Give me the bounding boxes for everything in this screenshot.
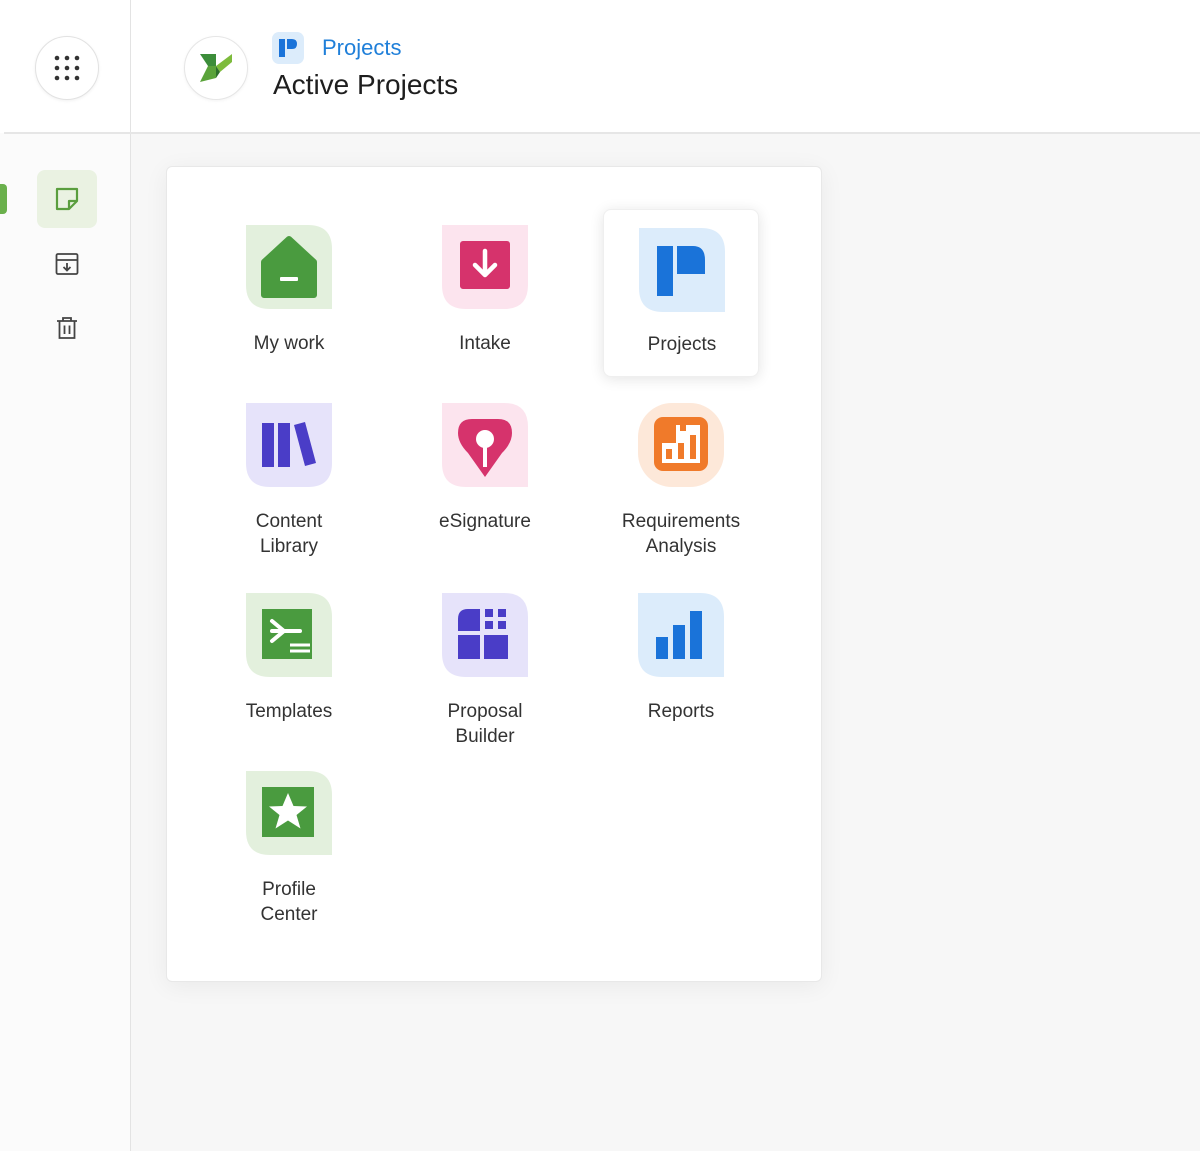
library-books-icon xyxy=(246,403,332,487)
proposal-grid-icon xyxy=(442,593,528,677)
app-tile-requirements-analysis[interactable]: Requirements Analysis xyxy=(603,389,759,557)
signature-pin-icon xyxy=(442,403,528,487)
app-tile-content-library[interactable]: Content Library xyxy=(211,389,367,557)
app-tile-projects[interactable]: Projects xyxy=(603,209,759,377)
app-label: Requirements Analysis xyxy=(621,511,741,557)
inbox-download-icon xyxy=(442,225,528,309)
home-icon xyxy=(246,225,332,309)
projects-breadcrumb-icon xyxy=(272,32,304,64)
analysis-chart-icon xyxy=(638,403,724,487)
trash-icon xyxy=(57,317,77,339)
app-tile-proposal-builder[interactable]: Proposal Builder xyxy=(407,579,563,747)
projects-logo-icon xyxy=(639,228,725,312)
bar-chart-icon xyxy=(638,593,724,677)
app-label: My work xyxy=(253,333,325,354)
sidebar-item-trash[interactable] xyxy=(37,299,97,357)
active-nav-indicator xyxy=(0,184,7,214)
app-launcher-button[interactable] xyxy=(35,36,99,100)
app-label: eSignature xyxy=(439,511,531,532)
note-icon xyxy=(55,187,79,211)
app-label: Templates xyxy=(245,701,333,722)
app-launcher-panel: My work Intake Projects Content Library … xyxy=(166,166,822,982)
app-tile-templates[interactable]: Templates xyxy=(211,579,367,747)
app-label: Reports xyxy=(647,701,715,722)
app-label: Content Library xyxy=(255,511,323,557)
app-label: Intake xyxy=(459,333,511,354)
sidebar-item-archive[interactable] xyxy=(37,235,97,293)
brand-logo[interactable] xyxy=(184,36,248,100)
header-divider xyxy=(4,132,1200,134)
sidebar-item-notes[interactable] xyxy=(37,170,97,228)
app-tile-reports[interactable]: Reports xyxy=(603,579,759,747)
app-label: Profile Center xyxy=(260,879,318,925)
app-tile-my-work[interactable]: My work xyxy=(211,211,367,379)
app-tile-intake[interactable]: Intake xyxy=(407,211,563,379)
leaf-logo-icon xyxy=(200,54,232,82)
breadcrumb-projects-link[interactable]: Projects xyxy=(322,35,401,61)
app-label: Proposal Builder xyxy=(447,701,523,747)
template-arrow-icon xyxy=(246,593,332,677)
app-label: Projects xyxy=(647,334,717,355)
grid-dots-icon xyxy=(54,55,80,81)
archive-download-icon xyxy=(55,253,79,275)
top-header xyxy=(131,0,1200,133)
page-title: Active Projects xyxy=(273,69,459,100)
app-tile-esignature[interactable]: eSignature xyxy=(407,389,563,557)
app-tile-profile-center[interactable]: Profile Center xyxy=(211,757,367,925)
profile-star-icon xyxy=(246,771,332,855)
